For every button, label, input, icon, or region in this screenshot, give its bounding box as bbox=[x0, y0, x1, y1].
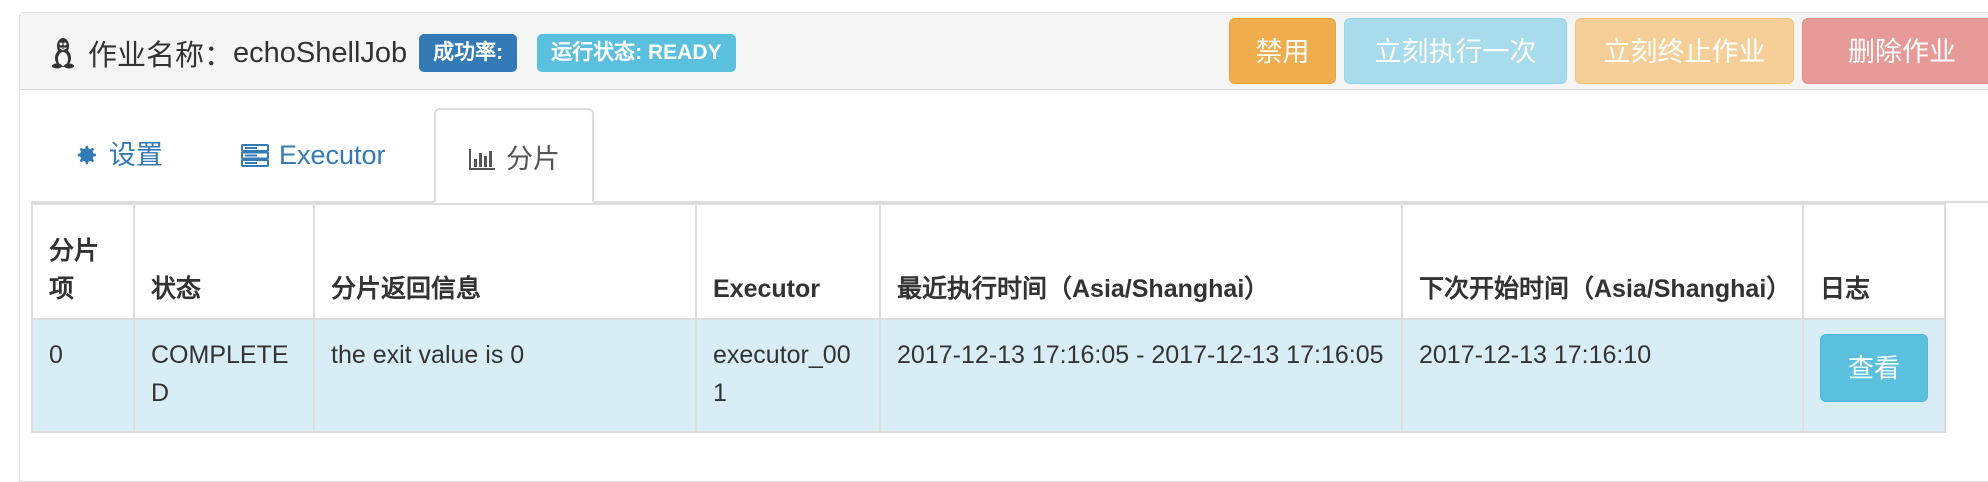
shutdown-button[interactable]: 立刻终止作业 bbox=[1575, 18, 1794, 84]
cell-message: the exit value is 0 bbox=[313, 318, 697, 433]
tab-executor-label: Executor bbox=[279, 139, 386, 170]
job-title: 作业名称： echoShellJob 成功率: 运行状态: READY bbox=[50, 33, 736, 73]
trigger-once-button[interactable]: 立刻执行一次 bbox=[1344, 18, 1567, 84]
server-icon bbox=[241, 143, 269, 167]
tab-bar: 设置 Executor 分片 bbox=[31, 108, 1988, 203]
linux-penguin-icon bbox=[50, 37, 76, 69]
cell-executor: executor_001 bbox=[695, 318, 881, 433]
job-name: echoShellJob bbox=[233, 36, 408, 69]
sharding-table: 分片项 状态 分片返回信息 Executor 最近执行时间（Asia/Shang… bbox=[31, 203, 1946, 433]
column-header-next-run: 下次开始时间（Asia/Shanghai） bbox=[1401, 203, 1804, 320]
cell-log: 查看 bbox=[1802, 318, 1946, 433]
tab-sharding[interactable]: 分片 bbox=[434, 108, 594, 203]
bar-chart-icon bbox=[468, 147, 496, 171]
delete-job-button[interactable]: 删除作业 bbox=[1802, 18, 1988, 84]
cell-last-run: 2017-12-13 17:16:05 - 2017-12-13 17:16:0… bbox=[879, 318, 1403, 433]
tab-settings-label: 设置 bbox=[109, 139, 163, 170]
disable-button[interactable]: 禁用 bbox=[1229, 18, 1336, 84]
table-row: 0 COMPLETED the exit value is 0 executor… bbox=[31, 318, 1946, 433]
column-header-last-run: 最近执行时间（Asia/Shanghai） bbox=[879, 203, 1403, 320]
panel-header: 作业名称： echoShellJob 成功率: 运行状态: READY 禁用 立… bbox=[20, 13, 1988, 90]
table-header-row: 分片项 状态 分片返回信息 Executor 最近执行时间（Asia/Shang… bbox=[31, 203, 1946, 320]
gear-icon bbox=[75, 143, 99, 167]
column-header-log: 日志 bbox=[1802, 203, 1946, 320]
job-name-label: 作业名称： bbox=[88, 40, 234, 72]
view-log-button[interactable]: 查看 bbox=[1820, 334, 1928, 402]
cell-status: COMPLETED bbox=[133, 318, 315, 433]
status-badge: 运行状态: READY bbox=[537, 34, 736, 72]
tab-sharding-label: 分片 bbox=[506, 143, 560, 174]
column-header-message: 分片返回信息 bbox=[313, 203, 697, 320]
cell-next-run: 2017-12-13 17:16:10 bbox=[1401, 318, 1804, 433]
cell-item: 0 bbox=[31, 318, 135, 433]
tab-executor[interactable]: Executor bbox=[217, 112, 410, 197]
tab-settings[interactable]: 设置 bbox=[51, 112, 187, 197]
column-header-executor: Executor bbox=[695, 203, 881, 320]
success-rate-badge: 成功率: bbox=[419, 34, 518, 72]
column-header-item: 分片项 bbox=[31, 203, 135, 320]
column-header-status: 状态 bbox=[133, 203, 315, 320]
